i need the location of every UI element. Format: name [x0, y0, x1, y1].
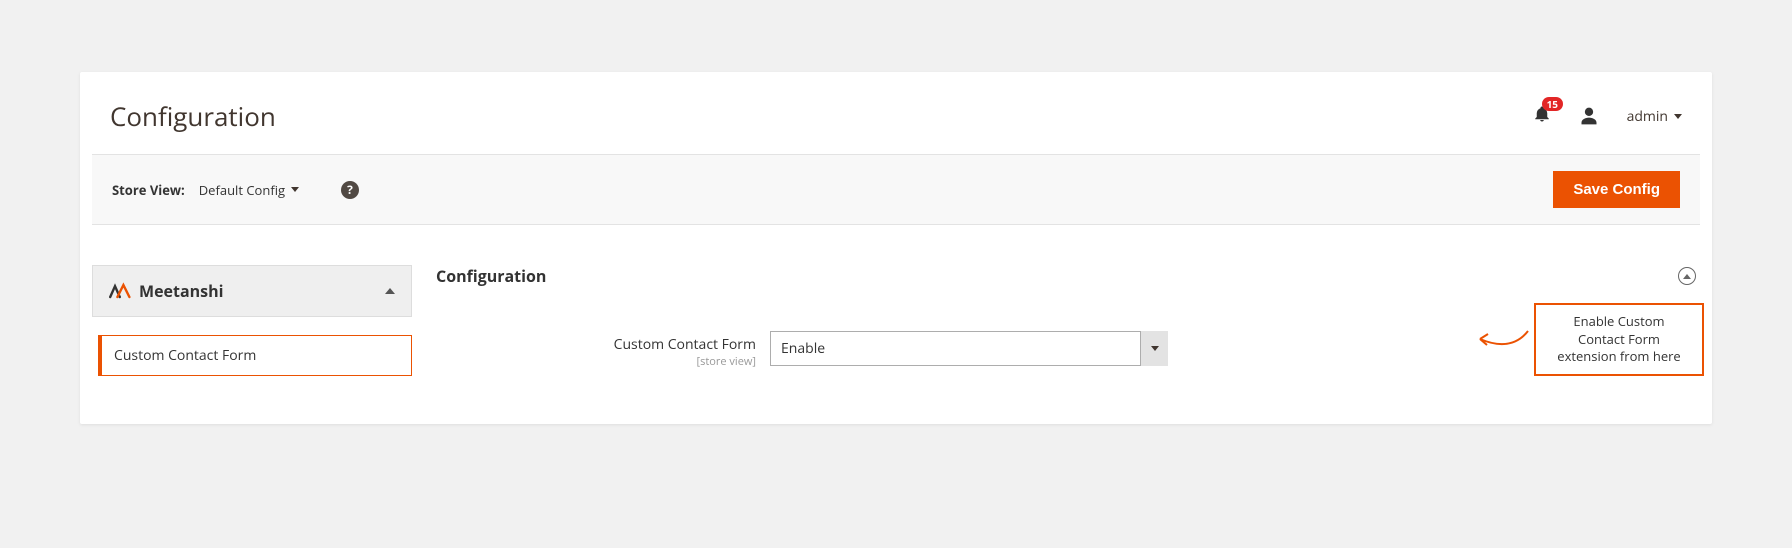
- annotation-arrow-icon: [1474, 325, 1530, 353]
- sidebar-item-custom-contact-form[interactable]: Custom Contact Form: [98, 335, 412, 376]
- annotation-callout: Enable Custom Contact Form extension fro…: [1534, 303, 1704, 376]
- section-title: Configuration: [436, 265, 546, 287]
- chevron-down-icon: [1674, 114, 1682, 119]
- section-collapse-button[interactable]: [1678, 267, 1696, 285]
- chevron-down-icon: [291, 187, 299, 192]
- store-view-dropdown[interactable]: Default Config: [199, 181, 299, 199]
- page-title: Configuration: [110, 98, 276, 134]
- chevron-up-icon: [1683, 274, 1691, 279]
- sidebar-group-label: Meetanshi: [139, 280, 223, 302]
- save-config-button[interactable]: Save Config: [1553, 171, 1680, 208]
- custom-contact-form-select[interactable]: Enable: [770, 331, 1168, 366]
- user-icon[interactable]: [1579, 106, 1599, 126]
- admin-user-dropdown[interactable]: admin: [1627, 107, 1682, 126]
- help-icon[interactable]: ?: [341, 181, 359, 199]
- field-scope: [store view]: [436, 354, 756, 369]
- meetanshi-logo-icon: [109, 282, 133, 300]
- select-value: Enable: [770, 331, 1168, 366]
- notifications-button[interactable]: 15: [1533, 105, 1551, 128]
- select-arrow-button[interactable]: [1140, 331, 1168, 366]
- chevron-down-icon: [1151, 346, 1159, 351]
- field-label-custom-contact-form: Custom Contact Form: [614, 335, 756, 354]
- store-view-label: Store View:: [112, 181, 185, 199]
- chevron-up-icon: [385, 288, 395, 294]
- sidebar-group-meetanshi[interactable]: Meetanshi: [92, 265, 412, 317]
- store-view-value: Default Config: [199, 181, 285, 199]
- admin-username: admin: [1627, 107, 1668, 126]
- notifications-count-badge: 15: [1542, 97, 1563, 111]
